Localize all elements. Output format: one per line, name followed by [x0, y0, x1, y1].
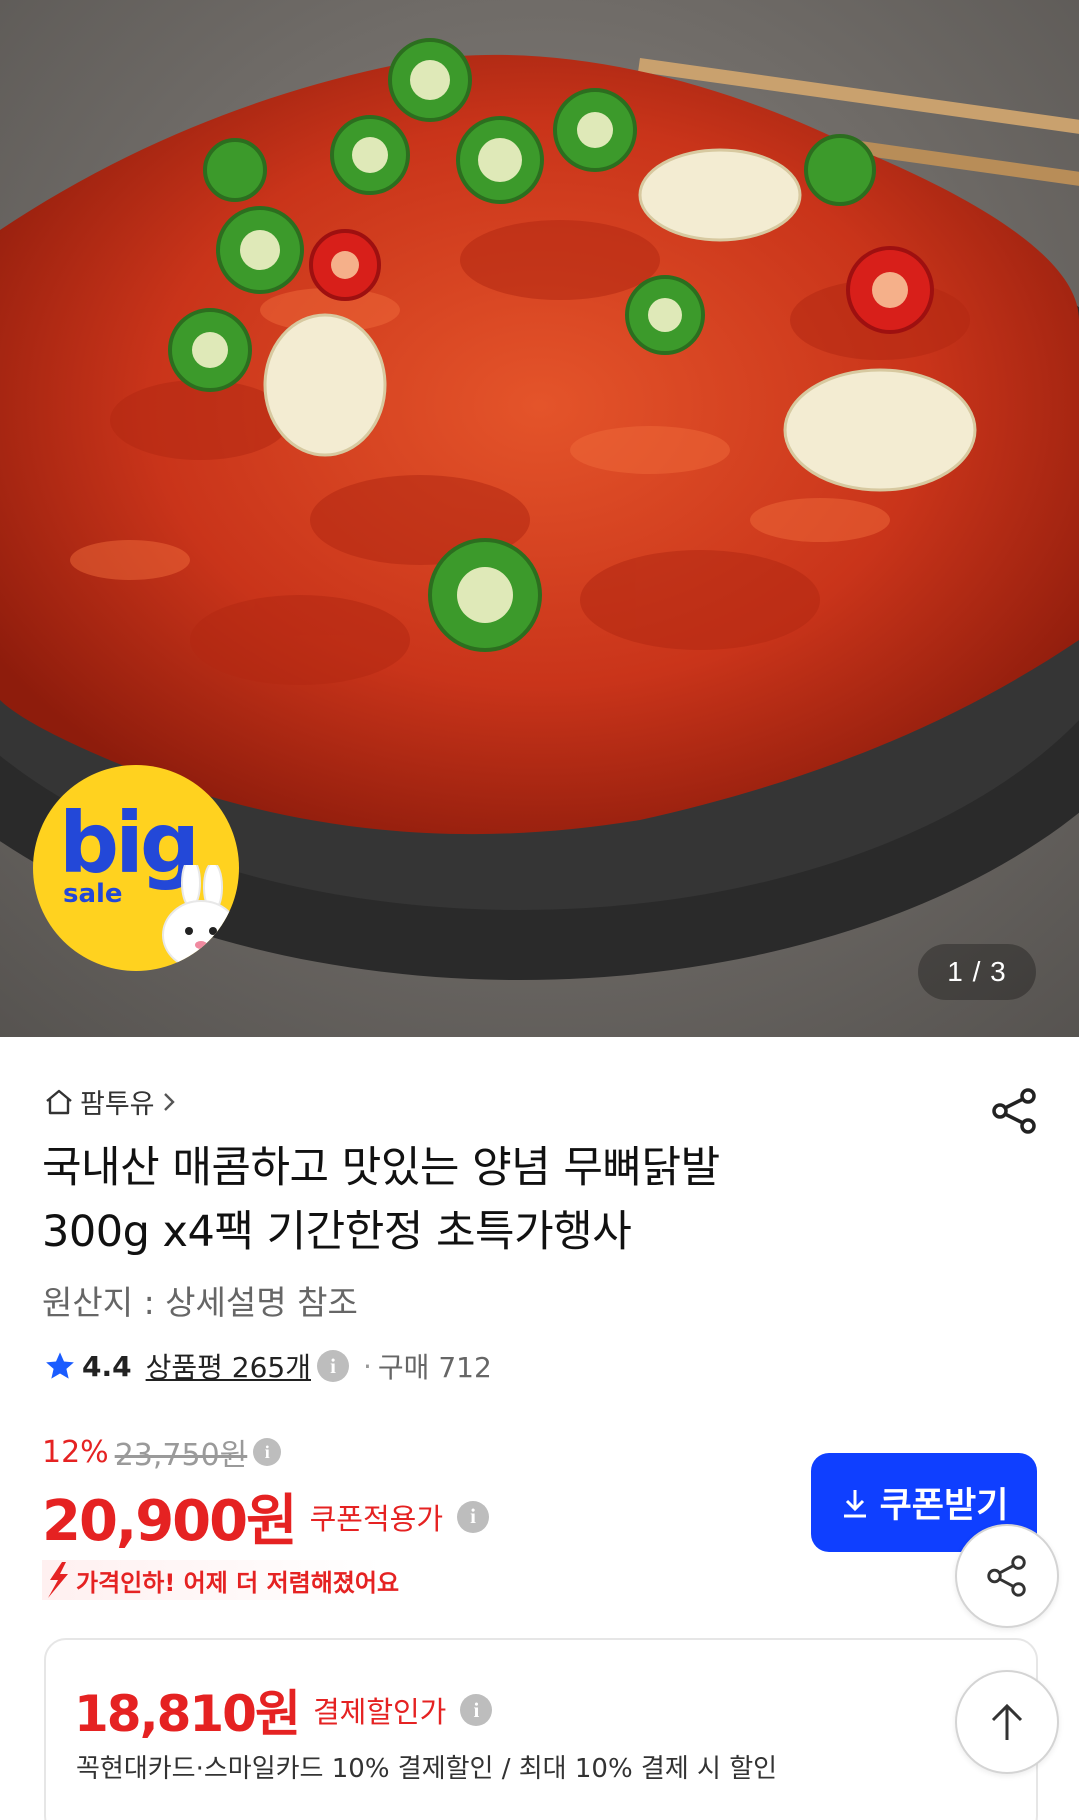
info-icon[interactable]: i	[460, 1694, 493, 1726]
product-title-line2: 300g x4팩 기간한정 초특가행사	[42, 1207, 632, 1257]
share-icon	[987, 1555, 1026, 1597]
product-origin: 원산지 : 상세설명 참조	[42, 1283, 358, 1322]
arrow-up-icon	[991, 1703, 1023, 1740]
chevron-right-icon	[163, 1092, 175, 1111]
discount-percent: 12%	[42, 1434, 109, 1470]
payment-discount-card[interactable]: 18,810원 결제할인가 i 꼭현대카드·스마일카드 10% 결제할인 / 최…	[44, 1638, 1038, 1820]
discount-row: 12% 23,750원 i	[42, 1430, 282, 1474]
original-price: 23,750원	[114, 1438, 248, 1473]
coupon-price-label: 쿠폰적용가	[309, 1501, 444, 1536]
payment-detail: 꼭현대카드·스마일카드 10% 결제할인 / 최대 10% 결제 시 할인	[76, 1754, 778, 1784]
coupon-button-label: 쿠폰받기	[879, 1486, 1009, 1526]
store-name: 팜투유	[80, 1089, 155, 1120]
info-icon[interactable]: i	[457, 1500, 490, 1533]
price-row: 20,900원 쿠폰적용가 i	[42, 1476, 490, 1557]
sale-price: 20,900원	[42, 1489, 298, 1554]
rating-row: 4.4 상품평 265개 i · 구매 712	[44, 1346, 492, 1386]
rating-score: 4.4	[82, 1349, 132, 1383]
download-icon	[843, 1489, 866, 1517]
image-pager: 1 / 3	[918, 944, 1036, 1000]
payment-price: 18,810원	[74, 1685, 301, 1743]
badge-sale-text: sale	[63, 879, 123, 909]
payment-price-label: 결제할인가	[312, 1695, 447, 1729]
product-title: 국내산 매콤하고 맛있는 양념 무뼈닭발 300g x4팩 기간한정 초특가행사	[42, 1136, 942, 1264]
bunny-icon	[162, 865, 239, 970]
purchase-count: 구매 712	[377, 1351, 492, 1384]
info-icon[interactable]: i	[317, 1350, 349, 1382]
scroll-top-button[interactable]	[955, 1670, 1059, 1774]
share-icon	[992, 1088, 1036, 1134]
store-link[interactable]: 팜투유	[44, 1082, 177, 1121]
product-title-line1: 국내산 매콤하고 맛있는 양념 무뼈닭발	[42, 1143, 720, 1193]
floating-share-button[interactable]	[955, 1524, 1059, 1628]
product-image[interactable]: big sale 1 / 3	[0, 0, 1079, 1037]
payment-price-row: 18,810원 결제할인가 i	[74, 1674, 493, 1746]
home-icon	[46, 1089, 72, 1114]
star-icon	[46, 1352, 74, 1379]
down-arrow-icon	[48, 1562, 68, 1598]
price-drop-note: 가격인하! 어제 더 저렴해졌어요	[42, 1560, 420, 1600]
info-icon[interactable]: i	[253, 1438, 282, 1466]
big-sale-badge: big sale	[33, 765, 239, 971]
separator: ·	[363, 1349, 372, 1383]
price-drop-text: 가격인하! 어제 더 저렴해졌어요	[76, 1568, 400, 1597]
share-button[interactable]	[990, 1086, 1040, 1136]
reviews-link[interactable]: 상품평 265개	[146, 1346, 311, 1386]
